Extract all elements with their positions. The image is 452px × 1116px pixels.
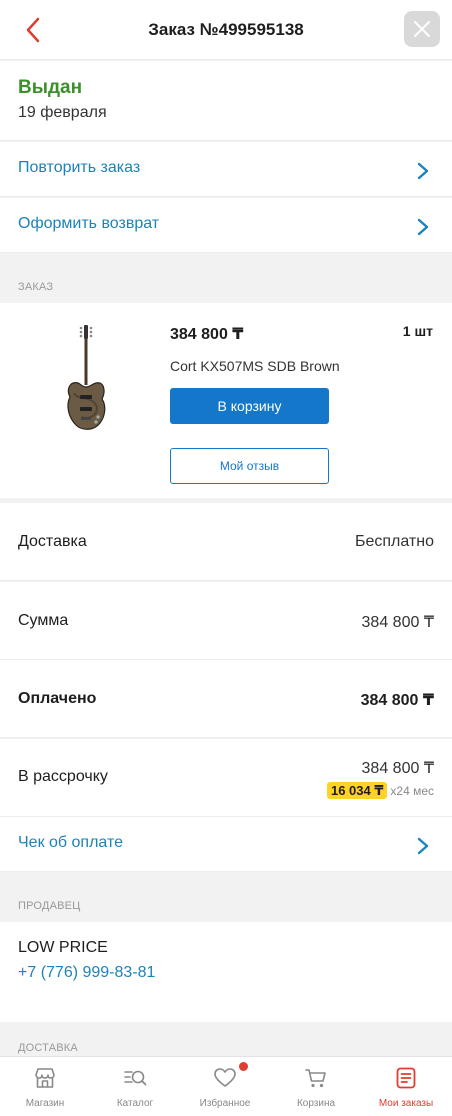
delivery-value: Бесплатно xyxy=(354,533,434,550)
seller-card: LOW PRICE +7 (776) 999-83-81 xyxy=(0,922,452,1022)
repeat-order-label: Повторить заказ xyxy=(18,159,141,176)
delivery-label: Доставка xyxy=(18,533,87,550)
header: Заказ №499595138 xyxy=(0,0,452,60)
add-to-cart-button[interactable]: В корзину xyxy=(170,388,329,424)
sum-label: Сумма xyxy=(18,612,69,629)
paid-label: Оплачено xyxy=(18,690,97,707)
paid-row: Оплачено 384 800 ₸ xyxy=(0,660,452,738)
tab-label: Каталог xyxy=(116,1098,154,1109)
catalog-search-icon xyxy=(124,1070,147,1086)
installment-label: В рассрочку xyxy=(18,768,108,785)
product-quantity: 1 шт xyxy=(402,323,433,339)
notification-dot xyxy=(239,1062,248,1071)
tab-favorites[interactable]: Избранное xyxy=(180,1057,270,1116)
return-order-label: Оформить возврат xyxy=(18,215,160,232)
sum-row: Сумма 384 800 ₸ xyxy=(0,582,452,660)
my-review-button[interactable]: Мой отзыв xyxy=(170,448,329,484)
installment-term: x24 мес xyxy=(390,784,434,798)
orders-icon xyxy=(396,1067,416,1089)
installment-monthly: 16 034 ₸ x24 мес xyxy=(326,782,434,799)
section-label-delivery: ДОСТАВКА xyxy=(18,1042,78,1054)
cart-icon xyxy=(305,1069,326,1088)
status-date: 19 февраля xyxy=(18,104,107,121)
receipt-row[interactable]: Чек об оплате xyxy=(0,817,452,872)
product-price: 384 800 ₸ xyxy=(170,326,244,343)
product-name[interactable]: Cort KX507MS SDB Brown xyxy=(170,358,340,374)
tab-label: Избранное xyxy=(199,1098,251,1109)
receipt-label: Чек об оплате xyxy=(18,834,124,851)
tab-label: Мои заказы xyxy=(378,1098,434,1109)
chevron-right-icon xyxy=(417,837,429,855)
close-icon xyxy=(414,21,430,37)
heart-icon xyxy=(214,1068,236,1087)
close-button[interactable] xyxy=(404,11,440,47)
tab-cart[interactable]: Корзина xyxy=(271,1057,361,1116)
repeat-order-row[interactable]: Повторить заказ xyxy=(0,142,452,197)
sum-value: 384 800 ₸ xyxy=(361,614,434,631)
status-label: Выдан xyxy=(18,77,83,98)
shop-icon xyxy=(35,1068,55,1088)
chevron-right-icon xyxy=(417,162,429,180)
page-title: Заказ №499595138 xyxy=(148,20,304,39)
return-order-row[interactable]: Оформить возврат xyxy=(0,198,452,253)
chevron-right-icon xyxy=(417,218,429,236)
installment-row: В рассрочку 384 800 ₸ 16 034 ₸ x24 мес xyxy=(0,739,452,817)
tab-shop[interactable]: Магазин xyxy=(0,1057,90,1116)
installment-value: 384 800 ₸ xyxy=(361,760,434,777)
installment-badge: 16 034 ₸ xyxy=(326,782,388,799)
delivery-row: Доставка Бесплатно xyxy=(0,503,452,581)
tab-my-orders[interactable]: Мои заказы xyxy=(361,1057,451,1116)
tab-label: Магазин xyxy=(25,1098,65,1109)
seller-phone[interactable]: +7 (776) 999-83-81 xyxy=(18,964,155,982)
seller-name: LOW PRICE xyxy=(18,939,108,956)
tab-catalog[interactable]: Каталог xyxy=(90,1057,180,1116)
order-status: Выдан 19 февраля xyxy=(0,61,452,141)
paid-value: 384 800 ₸ xyxy=(360,692,434,709)
section-label-order: ЗАКАЗ xyxy=(18,281,54,293)
section-label-seller: ПРОДАВЕЦ xyxy=(18,900,81,912)
tab-label: Корзина xyxy=(296,1098,336,1109)
product-image-guitar[interactable] xyxy=(60,321,112,435)
order-item-card: 384 800 ₸ 1 шт Cort KX507MS SDB Brown В … xyxy=(0,303,452,498)
bottom-tab-bar: Магазин Каталог Избранное Корзина Мои за… xyxy=(0,1056,452,1116)
